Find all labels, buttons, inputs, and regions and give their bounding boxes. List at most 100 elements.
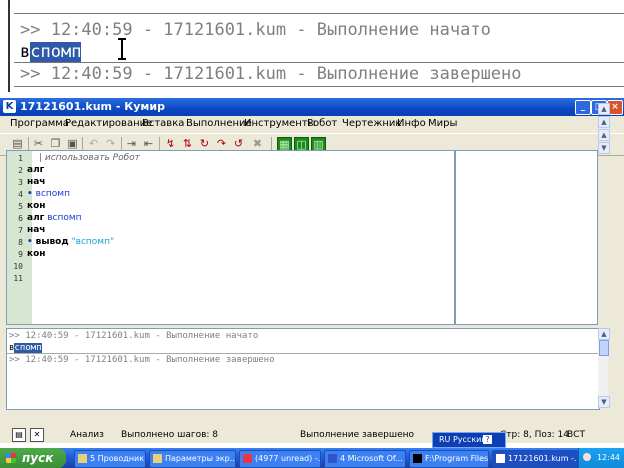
console-output-selection: спомп (14, 343, 42, 353)
tray-icon[interactable] (583, 453, 591, 461)
menu-edit[interactable]: Редактирование (65, 118, 152, 129)
cut-icon[interactable]: ✂ (31, 137, 46, 151)
task-display-settings[interactable]: Параметры экр... (149, 450, 236, 468)
task-label: 17121601.kum -... (508, 454, 578, 463)
copy-icon[interactable]: ❐ (48, 137, 63, 151)
zoom-line-start: >> 12:40:59 - 17121601.kum - Выполнение … (20, 20, 491, 40)
title-bar[interactable]: K 17121601.kum - Кумир _ □ × (0, 98, 624, 116)
menu-worlds[interactable]: Миры (428, 118, 457, 129)
scroll-up-icon[interactable]: ▲ (598, 103, 610, 115)
scroll-up-icon[interactable]: ▲ (598, 129, 610, 141)
zoom-separator-top (14, 13, 624, 14)
kumir-window: K 17121601.kum - Кумир _ □ × Программа Р… (0, 98, 624, 443)
task-label: 4 Microsoft Of... (340, 454, 403, 463)
code-line-kon: кон (27, 201, 46, 211)
undo-icon[interactable]: ↶ (86, 137, 101, 151)
task-browser[interactable]: (4977 unread) -... (239, 450, 321, 468)
side-scrollbar[interactable]: ▲ ▲ ▲ ▼ (598, 103, 610, 323)
scroll-down-icon[interactable]: ▼ (598, 396, 610, 408)
kumir-icon (496, 454, 505, 463)
menu-bar: Программа Редактирование Вставка Выполне… (0, 116, 624, 133)
code-line-nach: нач (27, 225, 46, 235)
task-kumir[interactable]: 17121601.kum -... (492, 450, 578, 468)
console-line-end: >> 12:40:59 - 17121601.kum - Выполнение … (9, 355, 275, 365)
keyword-vyvod: вывод (35, 237, 69, 247)
outdent-icon[interactable]: ⇤ (141, 137, 156, 151)
clock: 12:44 (596, 453, 620, 462)
task-label: (4977 unread) -... (255, 454, 321, 463)
language-bar[interactable]: RU Русский ? (432, 432, 506, 448)
task-office[interactable]: 4 Microsoft Of... (324, 450, 406, 468)
save-icon[interactable]: ▤ (10, 137, 25, 151)
robot-field-icon[interactable]: ▦ (277, 137, 292, 151)
line-number: 5 (18, 202, 23, 211)
line-number: 4 (18, 190, 23, 199)
stop-icon[interactable]: ✖ (250, 137, 265, 151)
status-state: Выполнение завершено (300, 430, 414, 440)
zoom-line-output: вспомп (20, 42, 82, 62)
run-steps-icon[interactable]: ⇅ (180, 137, 195, 151)
zoom-line-end: >> 12:40:59 - 17121601.kum - Выполнение … (20, 64, 522, 84)
side-panel[interactable] (455, 150, 598, 325)
menu-tools[interactable]: Инструменты (244, 118, 316, 129)
language-indicator[interactable]: RU Русский (439, 435, 487, 444)
close-status-icon[interactable]: ✕ (30, 428, 44, 442)
word-icon (328, 454, 337, 463)
taskbar: пуск 5 Проводник Параметры экр... (4977 … (0, 448, 624, 468)
status-steps: Выполнено шагов: 8 (121, 430, 219, 440)
algorithm-name: вспомп (47, 213, 82, 223)
paste-icon[interactable]: ▣ (65, 137, 80, 151)
code-line-call: • вспомп (27, 189, 70, 199)
line-number: 7 (18, 226, 23, 235)
folder-icon (78, 454, 87, 463)
step-over-icon[interactable]: ↷ (214, 137, 229, 151)
status-insert-mode: ВСТ (567, 430, 585, 440)
menu-draftsman[interactable]: Чертежник (342, 118, 401, 129)
task-explorer[interactable]: 5 Проводник (74, 450, 146, 468)
save-status-icon[interactable]: ▤ (12, 428, 26, 442)
scroll-down-icon[interactable]: ▼ (598, 142, 610, 154)
console-scrollbar[interactable]: ▲ ▼ (598, 328, 610, 408)
code-editor[interactable]: 1 2 3 4 5 6 7 8 9 10 11 | использовать Р… (6, 150, 455, 325)
zoom-left-border (8, 0, 10, 92)
start-button[interactable]: пуск (0, 448, 66, 468)
zoom-separator-bottom (14, 86, 624, 87)
chrome-icon (243, 454, 252, 463)
line-number: 1 (18, 154, 23, 163)
menu-info[interactable]: Инфо (397, 118, 426, 129)
menu-program[interactable]: Программа (10, 118, 69, 129)
scroll-up-icon[interactable]: ▲ (598, 116, 610, 128)
start-label: пуск (22, 451, 54, 465)
windows-logo-icon (6, 453, 16, 463)
line-number: 8 (18, 238, 23, 247)
system-tray: 12:44 (578, 448, 624, 468)
menu-run[interactable]: Выполнение (186, 118, 252, 129)
indent-dot: • (27, 189, 33, 199)
indent-icon[interactable]: ⇥ (124, 137, 139, 151)
console-separator (7, 353, 599, 354)
minimize-button[interactable]: _ (575, 100, 591, 115)
scroll-up-icon[interactable]: ▲ (598, 328, 610, 340)
help-icon[interactable]: ? (483, 435, 492, 444)
robot-window-icon[interactable]: ◫ (294, 137, 309, 151)
task-label: F:\Program Files... (425, 454, 489, 463)
draftsman-window-icon[interactable]: ▥ (311, 137, 326, 151)
output-console[interactable]: >> 12:40:59 - 17121601.kum - Выполнение … (6, 328, 600, 410)
scroll-thumb[interactable] (599, 340, 609, 356)
code-line-alg: алг (27, 165, 45, 175)
line-number: 11 (13, 274, 23, 283)
console-icon (413, 454, 422, 463)
zoom-output-prefix: в (20, 42, 31, 62)
code-line-output: • вывод "вспомп" (27, 237, 114, 247)
call-identifier: вспомп (35, 189, 70, 199)
step-out-icon[interactable]: ↺ (231, 137, 246, 151)
code-line-comment: | использовать Робот (39, 153, 140, 163)
task-command-prompt[interactable]: F:\Program Files... (409, 450, 489, 468)
zoom-output-selection: спомп (30, 42, 82, 62)
run-icon[interactable]: ↯ (163, 137, 178, 151)
menu-insert[interactable]: Вставка (142, 118, 184, 129)
redo-icon[interactable]: ↷ (103, 137, 118, 151)
menu-robot[interactable]: Робот (307, 118, 337, 129)
kumir-app-icon[interactable]: K (3, 100, 16, 113)
step-into-icon[interactable]: ↻ (197, 137, 212, 151)
